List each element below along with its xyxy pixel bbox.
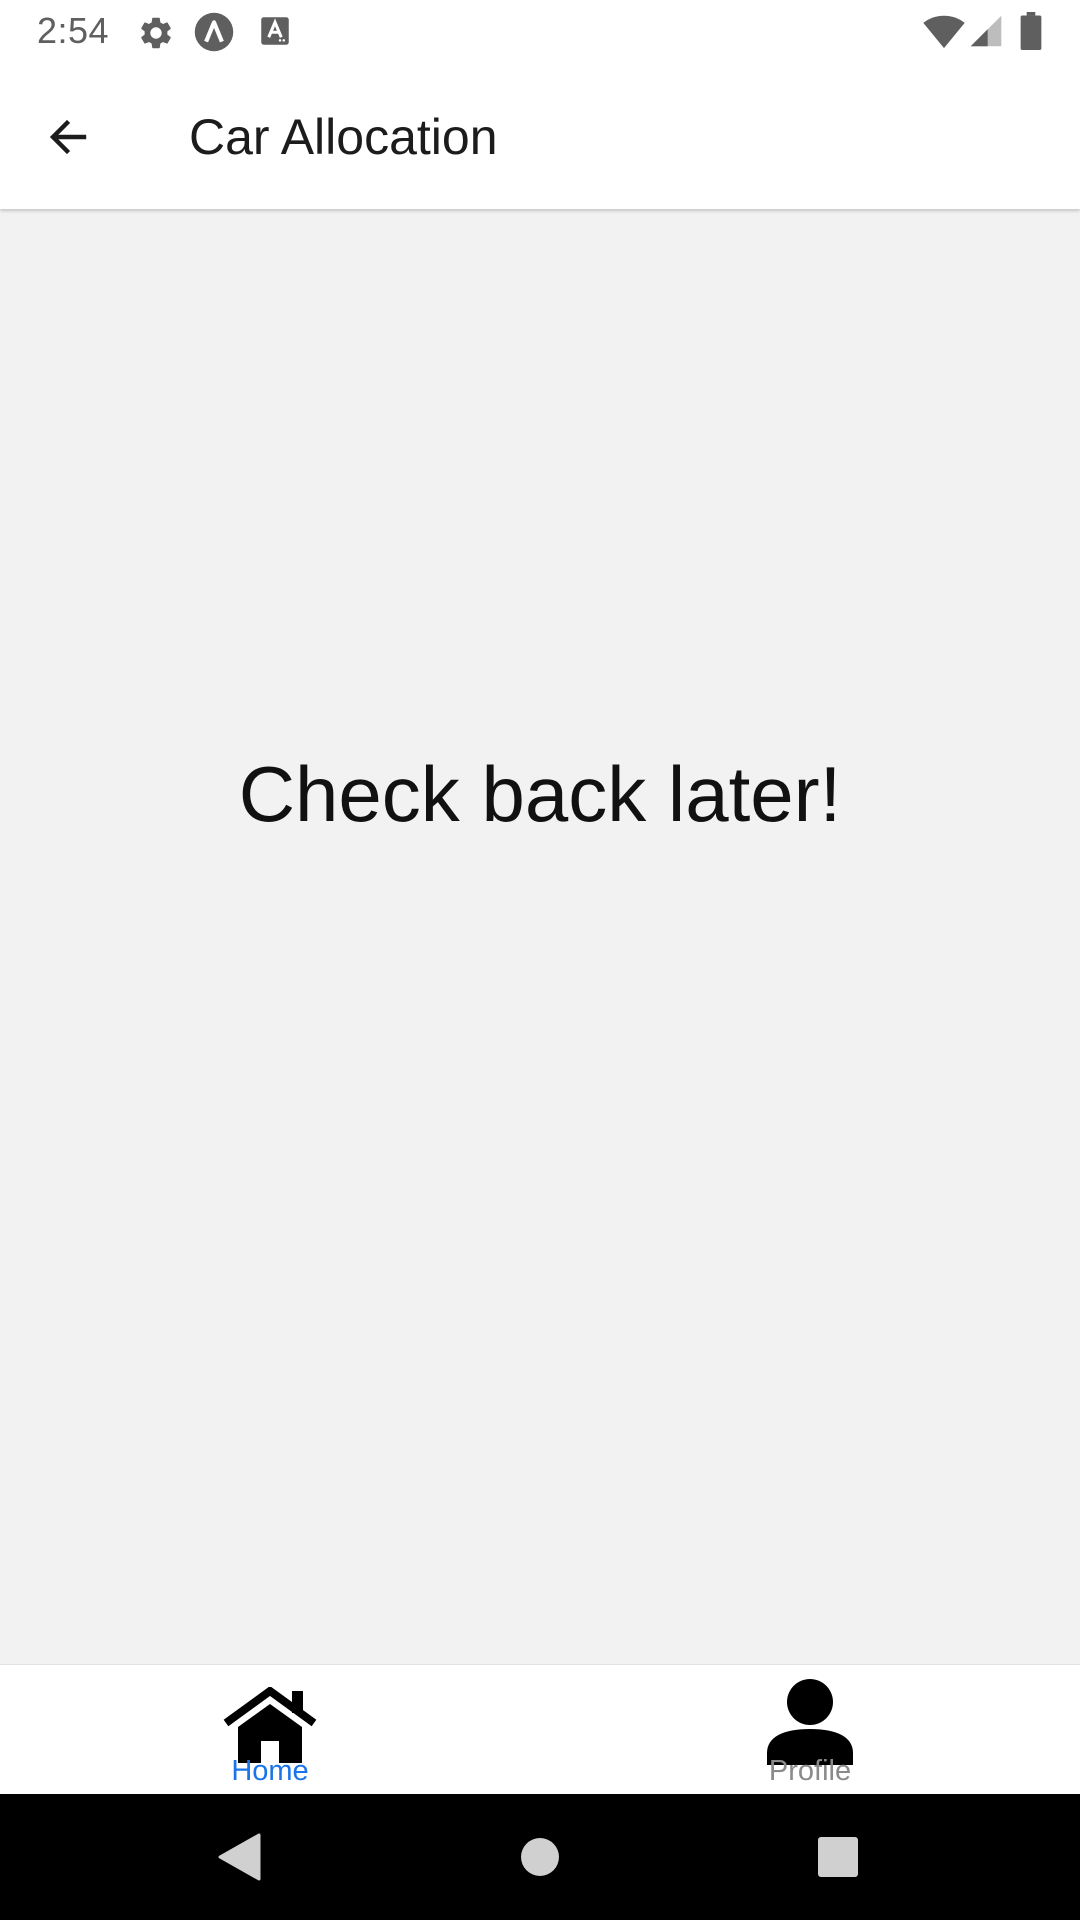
back-triangle-icon	[217, 1833, 261, 1881]
person-icon	[540, 1665, 1080, 1765]
system-home-button[interactable]	[510, 1829, 570, 1885]
main-content: Check back later!	[0, 209, 1080, 1664]
back-button[interactable]	[28, 101, 108, 173]
tab-profile[interactable]: Profile	[540, 1665, 1080, 1795]
circle-lambda-icon	[193, 11, 235, 58]
home-icon	[0, 1665, 540, 1765]
tab-profile-label: Profile	[768, 1755, 852, 1787]
battery-icon	[1020, 12, 1042, 55]
system-recents-button[interactable]	[808, 1829, 868, 1885]
system-back-button[interactable]	[209, 1829, 269, 1885]
wifi-icon	[922, 13, 966, 54]
gear-icon	[137, 14, 175, 57]
text-a-icon	[260, 16, 290, 51]
app-bar: Car Allocation	[0, 63, 1080, 209]
cell-signal-icon	[969, 13, 1003, 54]
system-navigation-bar	[0, 1794, 1080, 1920]
tab-home-label: Home	[231, 1755, 309, 1787]
empty-state-message: Check back later!	[238, 750, 842, 838]
recents-square-icon	[817, 1836, 859, 1878]
tab-home[interactable]: Home	[0, 1665, 540, 1795]
page-title: Car Allocation	[189, 109, 498, 165]
home-circle-icon	[520, 1837, 560, 1877]
bottom-tab-bar: Home Profile	[0, 1664, 1080, 1795]
arrow-left-icon	[44, 113, 92, 161]
status-time: 2:54	[37, 10, 110, 51]
status-bar: 2:54	[0, 0, 1080, 63]
